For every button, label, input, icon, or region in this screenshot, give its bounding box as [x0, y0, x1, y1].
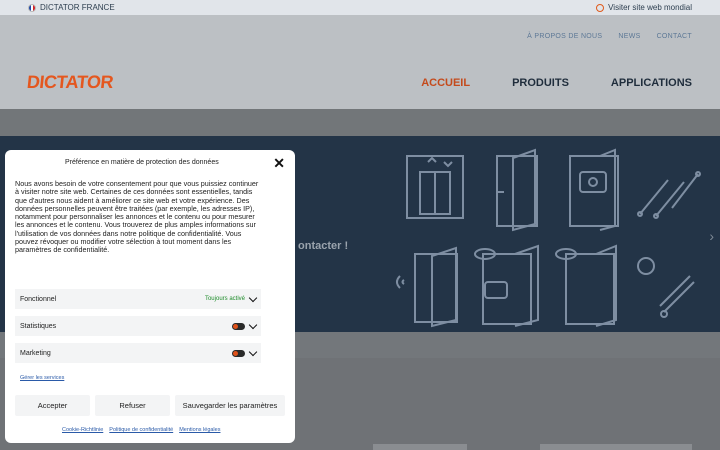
chevron-down-icon[interactable] — [248, 347, 258, 356]
product-card[interactable] — [373, 444, 467, 450]
category-statistiques[interactable]: Statistiques — [15, 316, 261, 336]
consent-body: Nous avons besoin de votre consentement … — [15, 179, 259, 255]
category-label: Statistiques — [20, 322, 57, 330]
globe-icon — [596, 3, 605, 12]
category-label: Fonctionnel — [20, 295, 57, 303]
manage-services-link[interactable]: Gérer les services — [20, 375, 64, 381]
radio-door-icon — [396, 246, 458, 328]
category-fonctionnel[interactable]: Fonctionnel Toujours activé — [15, 289, 261, 309]
country-label: DICTATOR FRANCE — [40, 3, 115, 12]
door-drive-icon — [569, 148, 619, 231]
elevator-icon — [406, 155, 464, 219]
nav-contact[interactable]: CONTACT — [657, 33, 692, 40]
privacy-policy-link[interactable]: Politique de confidentialité — [109, 427, 173, 433]
nav-news[interactable]: NEWS — [618, 33, 640, 40]
marketing-toggle[interactable] — [232, 349, 245, 357]
gear-damper-icon — [637, 257, 695, 318]
refuse-button[interactable]: Refuser — [95, 395, 170, 416]
nav-applications[interactable]: APPLICATIONS — [611, 77, 692, 89]
header-shadow-strip — [0, 109, 720, 136]
legal-notice-link[interactable]: Mentions légales — [179, 427, 220, 433]
cookie-consent-dialog: Préférence en matière de protection des … — [5, 150, 295, 443]
smoke-detector-door-icon — [474, 244, 539, 327]
product-card[interactable] — [540, 444, 692, 450]
consent-title: Préférence en matière de protection des … — [65, 159, 219, 166]
save-settings-button[interactable]: Sauvegarder les paramètres — [175, 395, 285, 416]
france-flag-icon — [28, 3, 36, 12]
category-label: Marketing — [20, 349, 51, 357]
always-active-label: Toujours activé — [204, 296, 245, 302]
global-site-label: Visiter site web mondial — [608, 3, 692, 12]
site-header: À PROPOS DE NOUS NEWS CONTACT DICTATOR A… — [0, 15, 720, 109]
top-bar: DICTATOR FRANCE Visiter site web mondial — [0, 0, 720, 15]
slider-next-arrow-icon[interactable]: › — [709, 228, 714, 244]
close-icon[interactable]: ✕ — [273, 156, 285, 170]
global-site-link[interactable]: Visiter site web mondial — [596, 3, 692, 12]
nav-accueil[interactable]: ACCUEIL — [421, 77, 470, 89]
fire-door-icon — [555, 244, 617, 327]
main-nav: ACCUEIL PRODUITS APPLICATIONS — [421, 77, 692, 89]
door-icon — [496, 148, 538, 232]
cookie-policy-link[interactable]: Cookie-Richtlinie — [62, 427, 103, 433]
chevron-down-icon[interactable] — [248, 320, 258, 329]
statistics-toggle[interactable] — [232, 322, 245, 330]
category-marketing[interactable]: Marketing — [15, 343, 261, 363]
nav-produits[interactable]: PRODUITS — [512, 77, 569, 89]
gas-spring-icon — [637, 171, 701, 219]
accept-button[interactable]: Accepter — [15, 395, 90, 416]
nav-about[interactable]: À PROPOS DE NOUS — [527, 33, 602, 40]
chevron-down-icon[interactable] — [248, 293, 258, 302]
legal-links: Cookie-Richtlinie Politique de confident… — [62, 427, 220, 433]
country-selector[interactable]: DICTATOR FRANCE — [28, 3, 115, 12]
dictator-logo[interactable]: DICTATOR — [26, 72, 114, 93]
secondary-nav: À PROPOS DE NOUS NEWS CONTACT — [527, 33, 692, 40]
hero-cta-text: ontacter ! — [298, 240, 349, 252]
